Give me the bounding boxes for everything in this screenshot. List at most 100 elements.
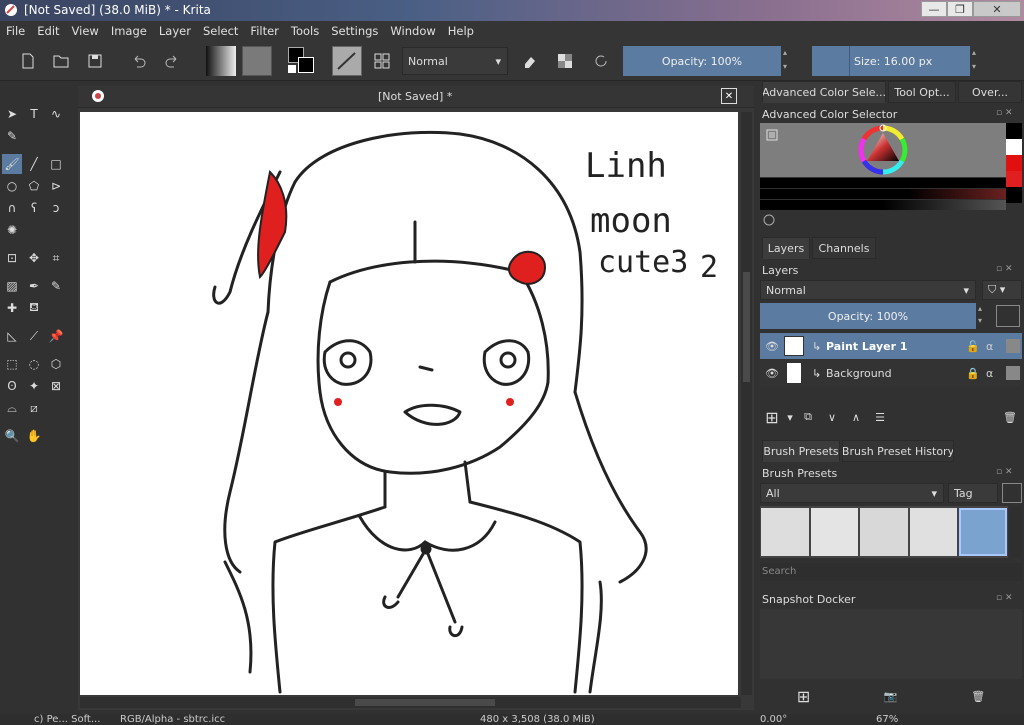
tool-polyline[interactable]: ⊳ — [46, 176, 66, 196]
minimize-button[interactable]: — — [921, 1, 947, 17]
brush-preset-thumb[interactable] — [860, 508, 908, 556]
tool-select-shapes[interactable]: ➤ — [2, 104, 22, 124]
color-refresh-icon[interactable] — [762, 213, 776, 227]
tool-multibrush[interactable]: ✺ — [2, 220, 22, 240]
tool-freehand-brush[interactable]: 🖌 — [2, 154, 22, 174]
tab-tool-options[interactable]: Tool Opt... — [888, 81, 956, 103]
close-document-button[interactable]: ✕ — [721, 88, 737, 104]
tab-channels[interactable]: Channels — [812, 237, 876, 259]
eye-icon[interactable]: 👁 — [760, 340, 784, 353]
add-layer-button[interactable]: ⊞ — [760, 406, 784, 428]
inherit-alpha-icon[interactable] — [1006, 366, 1020, 380]
canvas-vertical-scrollbar[interactable] — [741, 112, 752, 695]
tool-dynamic-brush[interactable]: ↄ — [46, 198, 66, 218]
menu-file[interactable]: File — [0, 24, 31, 38]
background-color-swatch[interactable] — [298, 57, 314, 73]
tool-transform[interactable]: ⊡ — [2, 248, 22, 268]
layer-properties-button[interactable] — [996, 305, 1020, 327]
add-layer-menu-button[interactable]: ▾ — [784, 406, 796, 428]
layer-row-paint-layer-1[interactable]: 👁 ↳ Paint Layer 1 🔓 α — [760, 333, 1022, 359]
tool-bezier[interactable]: ∩ — [2, 198, 22, 218]
snapshot-list[interactable] — [760, 609, 1022, 679]
tool-gradient[interactable]: ▨ — [2, 276, 22, 296]
tool-crop[interactable]: ⌗ — [46, 248, 66, 268]
tool-reference[interactable]: 📌 — [46, 326, 66, 346]
brush-tag-filter-select[interactable]: All ▾ — [760, 483, 944, 503]
tool-magnetic-select[interactable]: ⧄ — [24, 398, 44, 418]
menu-image[interactable]: Image — [105, 24, 153, 38]
hscroll-thumb[interactable] — [355, 699, 495, 706]
duplicate-layer-button[interactable]: ⧉ — [796, 406, 820, 428]
menu-view[interactable]: View — [66, 24, 105, 38]
alpha-lock-icon[interactable]: α — [986, 340, 1006, 353]
tab-overview[interactable]: Over... — [958, 81, 1022, 103]
tab-brush-presets[interactable]: Brush Presets — [762, 440, 840, 462]
brush-grid-scrollbar[interactable] — [1010, 506, 1022, 558]
tool-fill[interactable]: ⛾ — [24, 298, 44, 318]
layer-blend-mode-select[interactable]: Normal ▾ — [760, 280, 976, 300]
tab-layers[interactable]: Layers — [762, 237, 810, 259]
tool-freehand-path[interactable]: ʕ — [24, 198, 44, 218]
tool-calligraphy[interactable]: ∿ — [46, 104, 66, 124]
tab-brush-preset-history[interactable]: Brush Preset History — [842, 440, 954, 462]
eraser-mode-button[interactable] — [516, 47, 544, 75]
color-history-swatches[interactable] — [1006, 123, 1022, 203]
menu-filter[interactable]: Filter — [244, 24, 284, 38]
layer-filter-button[interactable]: ⛉ ▾ — [982, 280, 1022, 300]
tool-polygon-select[interactable]: ⬡ — [46, 354, 66, 374]
brush-preset-thumb[interactable] — [810, 508, 859, 556]
tool-polygon[interactable]: ⬠ — [24, 176, 44, 196]
tool-zoom[interactable]: 🔍 — [2, 426, 22, 446]
tool-color-picker[interactable]: ✒ — [24, 276, 44, 296]
close-window-button[interactable]: ✕ — [973, 1, 1021, 17]
move-layer-up-button[interactable]: ∧ — [844, 406, 868, 428]
color-swatches[interactable] — [288, 47, 316, 75]
tool-measure[interactable]: ⟋ — [24, 326, 44, 346]
menu-window[interactable]: Window — [384, 24, 441, 38]
tab-advanced-color-selector[interactable]: Advanced Color Sele... — [762, 81, 886, 103]
save-button[interactable] — [81, 47, 109, 75]
color-settings-icon[interactable] — [766, 129, 778, 141]
tool-rect-select[interactable]: ⬚ — [2, 354, 22, 374]
undo-button[interactable] — [125, 47, 153, 75]
brush-tag-button[interactable]: Tag — [948, 483, 998, 503]
open-document-button[interactable] — [47, 47, 75, 75]
tool-contiguous-select[interactable]: ✦ — [24, 376, 44, 396]
menu-edit[interactable]: Edit — [31, 24, 65, 38]
lock-icon[interactable]: 🔓 — [966, 340, 986, 353]
brush-preset-thumb[interactable] — [761, 508, 809, 556]
size-slider[interactable]: Size: 16.00 px — [812, 46, 970, 76]
alpha-lock-icon[interactable]: α — [986, 367, 1006, 380]
canvas-horizontal-scrollbar[interactable] — [80, 697, 741, 708]
document-tab[interactable]: [Not Saved] * ✕ — [78, 86, 754, 108]
layer-row-background[interactable]: 👁 ↳ Background 🔒 α — [760, 360, 1022, 386]
layers-float-close-icons[interactable]: ▫ ✕ — [996, 264, 1020, 274]
size-spin-buttons[interactable]: ▴ ▾ — [972, 46, 982, 76]
inherit-alpha-icon[interactable] — [1006, 339, 1020, 353]
brush-preset-thumb-selected[interactable] — [959, 508, 1007, 556]
brush-preset-button[interactable] — [332, 46, 362, 76]
tool-rectangle[interactable]: □ — [46, 154, 66, 174]
color-shade-row-2[interactable] — [760, 189, 1006, 199]
tool-ellipse[interactable]: ○ — [2, 176, 22, 196]
layer-settings-button[interactable]: ☰ — [868, 406, 892, 428]
color-selector-area[interactable] — [760, 123, 1006, 177]
vscroll-thumb[interactable] — [743, 272, 750, 382]
tool-colorize-mask[interactable]: ✎ — [46, 276, 66, 296]
eye-icon[interactable]: 👁 — [760, 367, 784, 380]
menu-tools[interactable]: Tools — [285, 24, 325, 38]
tool-freehand-select[interactable]: ʘ — [2, 376, 22, 396]
tool-move[interactable]: ✥ — [24, 248, 44, 268]
lock-icon[interactable]: 🔒 — [966, 367, 986, 380]
trash-icon[interactable]: 🗑 — [971, 690, 985, 703]
layer-opacity-slider[interactable]: Opacity: 100% — [760, 303, 976, 329]
camera-icon[interactable]: 📷 — [884, 690, 898, 703]
add-snapshot-button[interactable]: ⊞ — [797, 687, 810, 706]
tool-line[interactable]: ╱ — [24, 154, 44, 174]
tool-edit-shapes[interactable]: ✎ — [2, 126, 22, 146]
gradient-selector[interactable] — [206, 46, 236, 76]
drawing-canvas[interactable]: Linh moon cute3 2 — [80, 112, 738, 695]
menu-help[interactable]: Help — [442, 24, 480, 38]
color-shade-row-3[interactable] — [760, 200, 1006, 210]
tool-bezier-select[interactable]: ⌓ — [2, 398, 22, 418]
